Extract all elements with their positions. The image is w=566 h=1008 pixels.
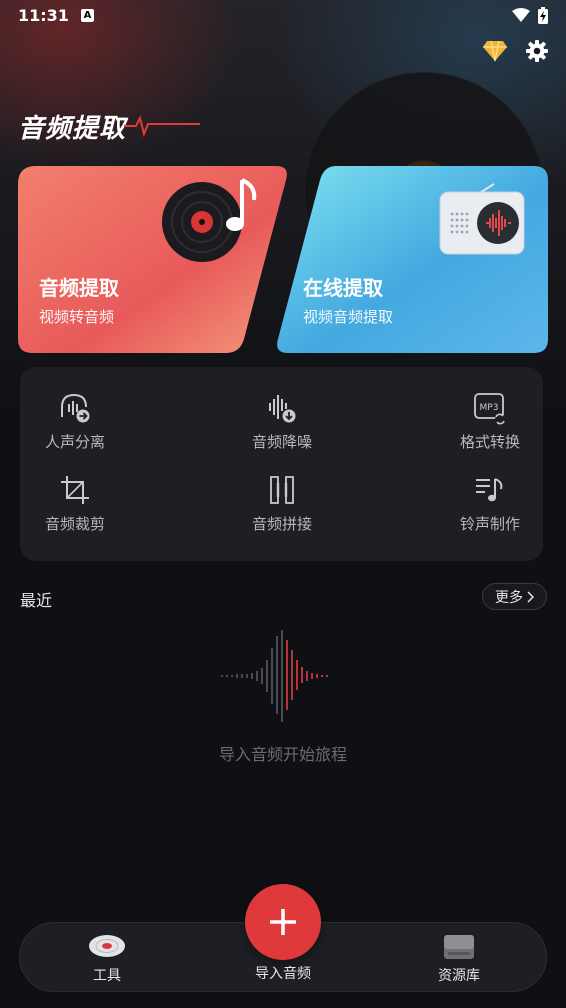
card-subtitle: 视频转音频: [39, 308, 115, 326]
empty-state-text: 导入音频开始旅程: [218, 745, 347, 764]
page-title: 音频提取: [18, 114, 127, 144]
notification-icon: A: [80, 8, 94, 22]
pulse-line-icon: [124, 115, 200, 138]
tool-label: 格式转换: [459, 433, 520, 451]
nav-label: 资源库: [438, 968, 480, 984]
tool-audio-splice[interactable]: 音频拼接: [227, 473, 337, 534]
vinyl-music-icon: [162, 178, 257, 262]
mp3-text: MP3: [480, 403, 499, 413]
tool-label: 人声分离: [44, 433, 105, 451]
premium-diamond-icon[interactable]: [482, 40, 508, 62]
tool-voice-separation[interactable]: 人声分离: [20, 391, 130, 452]
tool-label: 铃声制作: [459, 515, 520, 533]
card-title: 在线提取: [303, 276, 383, 300]
online-extract-card[interactable]: 在线提取 视频音频提取: [272, 166, 548, 353]
tool-label: 音频拼接: [251, 515, 312, 533]
battery-icon: [538, 6, 548, 24]
more-label: 更多: [495, 589, 523, 606]
card-subtitle: 视频音频提取: [303, 308, 394, 326]
disc-icon: [89, 935, 125, 957]
voice-separate-icon: [61, 393, 90, 423]
format-convert-icon: MP3: [474, 393, 505, 425]
tool-audio-crop[interactable]: 音频裁剪: [20, 473, 130, 534]
radio-icon: [439, 183, 525, 255]
status-time: 11:31: [18, 5, 69, 25]
noise-reduce-icon: [269, 395, 296, 423]
tool-label: 音频裁剪: [44, 515, 105, 533]
settings-gear-icon[interactable]: [526, 40, 548, 62]
tools-panel: 人声分离 音频降噪 MP3 格式转换 音频裁剪 音频拼接 铃声制作: [20, 367, 543, 561]
tool-label: 音频降噪: [251, 433, 312, 451]
ringtone-icon: [476, 478, 503, 502]
recent-section-title: 最近: [20, 591, 53, 610]
nav-library[interactable]: 资源库: [404, 931, 514, 985]
nav-label: 工具: [93, 968, 121, 984]
waveform-placeholder-icon: [221, 630, 328, 722]
status-bar: 11:31 A: [0, 0, 566, 30]
splice-icon: [270, 476, 294, 504]
tool-noise-reduction[interactable]: 音频降噪: [227, 391, 337, 452]
import-audio-label: 导入音频: [255, 966, 311, 982]
audio-extract-card[interactable]: 音频提取 视频转音频: [18, 166, 290, 353]
import-audio-button[interactable]: [245, 884, 321, 960]
tool-ringtone-maker[interactable]: 铃声制作: [435, 473, 545, 534]
chevron-right-icon: [527, 590, 534, 603]
tool-format-convert[interactable]: MP3 格式转换: [435, 391, 545, 452]
wifi-icon: [512, 8, 530, 22]
library-folder-icon: [444, 935, 474, 959]
more-button[interactable]: 更多: [482, 583, 547, 610]
nav-tools[interactable]: 工具: [52, 931, 162, 985]
crop-icon: [61, 476, 89, 504]
plus-icon: [270, 909, 296, 935]
card-title: 音频提取: [39, 276, 119, 300]
